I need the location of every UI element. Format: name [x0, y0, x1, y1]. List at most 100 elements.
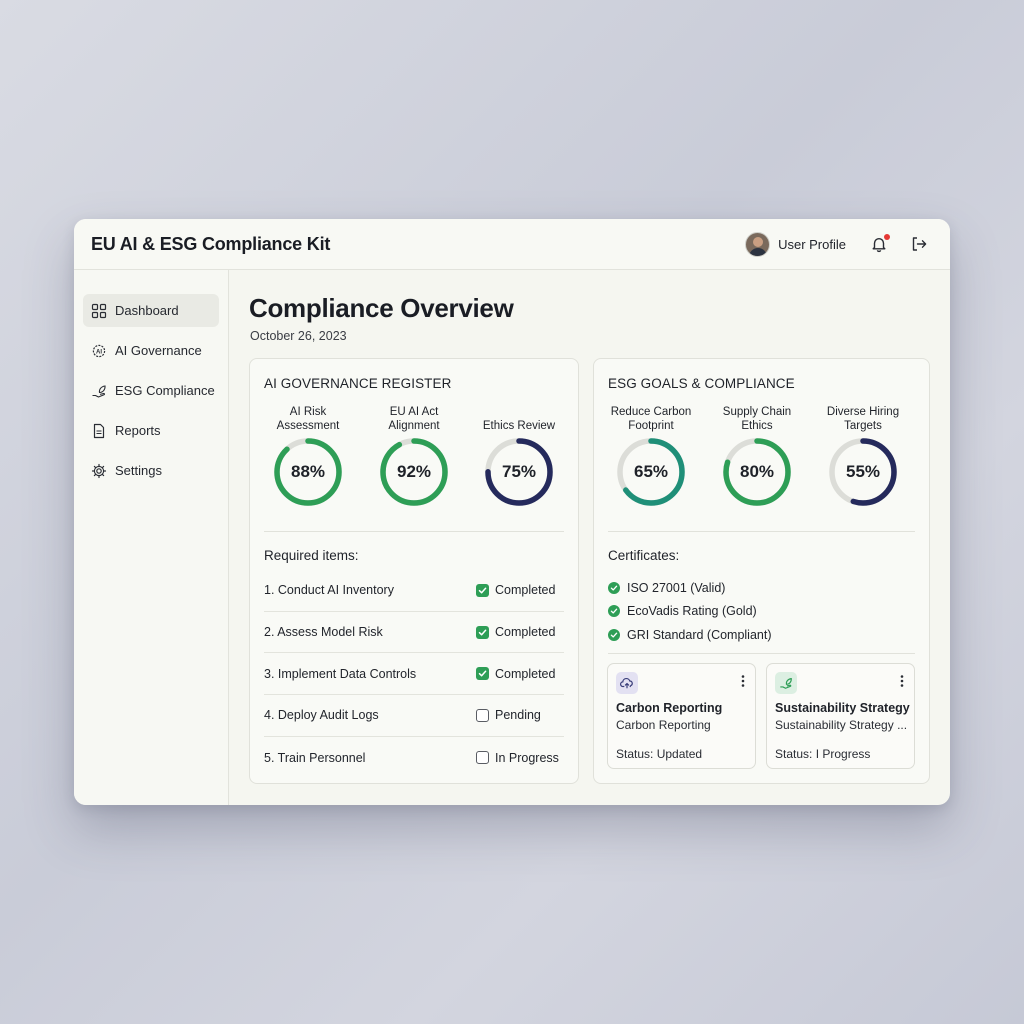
sidebar-item-reports[interactable]: Reports [83, 414, 219, 447]
document-icon [93, 423, 105, 438]
dashboard-grid-icon [91, 303, 107, 318]
item-status: Completed [476, 583, 564, 597]
status-text: In Progress [495, 750, 559, 765]
status-text: Pending [495, 708, 541, 723]
header-actions: User Profile [745, 231, 933, 257]
gauge-diverse-hiring: Diverse Hiring Targets 55% [813, 403, 913, 508]
app-title: EU AI & ESG Compliance Kit [91, 233, 331, 254]
check-circle-icon [608, 605, 620, 618]
app-window: EU AI & ESG Compliance Kit User Profile … [74, 219, 950, 805]
certificate-name: EcoVadis Rating (Gold) [627, 604, 757, 619]
sidebar-item-esg-compliance[interactable]: ESG Compliance [83, 374, 219, 407]
mini-card-title: Carbon Reporting [616, 701, 723, 715]
cloud-upload-icon [616, 672, 638, 694]
certificates-list: ISO 27001 (Valid) EcoVadis Rating (Gold)… [608, 576, 772, 647]
checkbox-unchecked[interactable] [476, 751, 489, 765]
gauge-label: Ethics Review [482, 420, 556, 432]
gauge-supply-chain: Supply Chain Ethics 80% [707, 403, 807, 508]
checkbox-checked[interactable] [476, 625, 489, 639]
gauge-label: AI Risk Assessment [276, 406, 340, 432]
sidebar-item-label: Settings [115, 463, 162, 478]
item-status: In Progress [476, 751, 564, 765]
gauge-label: Reduce Carbon Footprint [610, 406, 692, 432]
sidebar-item-ai-governance[interactable]: AI AI Governance [83, 334, 219, 367]
bell-icon[interactable] [870, 234, 890, 253]
leaf-hand-icon [92, 384, 106, 398]
ai-chip-icon: AI [92, 344, 106, 357]
sidebar-item-label: AI Governance [115, 343, 202, 358]
check-circle-icon [608, 581, 620, 594]
gear-icon [91, 463, 107, 478]
svg-text:AI: AI [96, 349, 102, 355]
checkbox-checked[interactable] [476, 667, 489, 681]
sustainability-strategy-card[interactable]: Sustainability Strategy Sustainability S… [766, 663, 915, 769]
esg-gauges: Reduce Carbon Footprint 65% Supply Chain… [594, 403, 929, 513]
certificate-name: ISO 27001 (Valid) [627, 580, 726, 595]
logout-icon[interactable] [910, 235, 928, 253]
card-title: ESG GOALS & COMPLIANCE [608, 376, 795, 391]
item-status: Pending [476, 708, 564, 722]
main-content: Compliance Overview October 26, 2023 AI … [229, 270, 950, 805]
item-name: 5. Train Personnel [264, 750, 366, 765]
list-item: GRI Standard (Compliant) [608, 623, 772, 647]
avatar[interactable] [745, 231, 771, 257]
required-items-list: 1. Conduct AI Inventory Completed 2. Ass… [264, 570, 564, 778]
list-item: 4. Deploy Audit Logs Pending [264, 695, 564, 737]
gauge-label: EU AI Act Alignment [388, 406, 440, 432]
required-items-label: Required items: [264, 548, 359, 563]
esg-goals-card: ESG GOALS & COMPLIANCE Reduce Carbon Foo… [593, 358, 930, 784]
item-status: Completed [476, 667, 564, 681]
more-vertical-icon[interactable] [900, 674, 904, 688]
gauge-ai-risk: AI Risk Assessment 88% [258, 403, 358, 508]
checkbox-checked[interactable] [476, 583, 489, 597]
gauge-label: Supply Chain Ethics [722, 406, 792, 432]
mini-card-subtitle: Sustainability Strategy ... [775, 718, 908, 732]
gauge-value: 55% [845, 462, 881, 481]
check-circle-icon [608, 628, 620, 641]
sidebar-item-settings[interactable]: Settings [83, 454, 219, 487]
gauge-value: 75% [501, 462, 537, 481]
list-item: ISO 27001 (Valid) [608, 576, 772, 600]
list-item: 3. Implement Data Controls Completed [264, 653, 564, 696]
ai-gauges: AI Risk Assessment 88% EU AI Act Alignme… [250, 403, 578, 513]
sidebar: Dashboard AI AI Governance ESG Complianc… [74, 270, 229, 805]
list-item: 5. Train Personnel In Progress [264, 737, 564, 779]
mini-card-title: Sustainability Strategy [775, 701, 910, 715]
gauge-value: 65% [633, 462, 669, 481]
list-item: EcoVadis Rating (Gold) [608, 600, 772, 624]
page-title: Compliance Overview [249, 293, 514, 323]
divider [608, 531, 915, 532]
list-item: 2. Assess Model Risk Completed [264, 612, 564, 654]
gauge-value: 80% [739, 462, 775, 481]
gauge-carbon-footprint: Reduce Carbon Footprint 65% [601, 403, 701, 508]
user-profile-link[interactable]: User Profile [778, 237, 846, 252]
title-bar: EU AI & ESG Compliance Kit User Profile [74, 219, 950, 270]
mini-card-subtitle: Carbon Reporting [616, 718, 711, 732]
status-text: Completed [495, 666, 556, 681]
sidebar-item-label: Reports [115, 423, 161, 438]
sidebar-item-label: ESG Compliance [115, 383, 215, 398]
status-text: Completed [495, 625, 556, 640]
carbon-reporting-card[interactable]: Carbon Reporting Carbon Reporting Status… [607, 663, 756, 769]
certificate-name: GRI Standard (Compliant) [627, 627, 772, 642]
list-item: 1. Conduct AI Inventory Completed [264, 570, 564, 612]
gauge-eu-ai-act: EU AI Act Alignment 92% [364, 403, 464, 508]
sidebar-item-label: Dashboard [115, 303, 179, 318]
divider [264, 531, 564, 532]
item-status: Completed [476, 625, 564, 639]
sidebar-item-dashboard[interactable]: Dashboard [83, 294, 219, 327]
certificates-label: Certificates: [608, 548, 680, 563]
gauge-label: Diverse Hiring Targets [826, 406, 900, 432]
ai-governance-card: AI GOVERNANCE REGISTER AI Risk Assessmen… [249, 358, 579, 784]
item-name: 4. Deploy Audit Logs [264, 708, 379, 723]
leaf-hand-icon [775, 672, 797, 694]
more-vertical-icon[interactable] [741, 674, 745, 688]
gauge-value: 92% [396, 462, 432, 481]
item-name: 3. Implement Data Controls [264, 666, 417, 681]
mini-card-status: Status: Updated [616, 747, 703, 761]
gauge-value: 88% [290, 462, 326, 481]
gauge-ethics-review: Ethics Review 75% [469, 403, 569, 508]
notification-dot [884, 234, 890, 240]
page-date: October 26, 2023 [250, 329, 347, 343]
checkbox-unchecked[interactable] [476, 708, 489, 722]
